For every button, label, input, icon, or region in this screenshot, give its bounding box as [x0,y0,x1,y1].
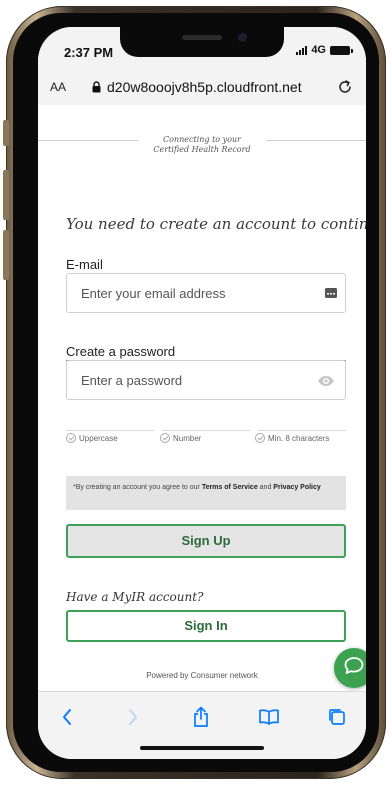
password-requirements: Uppercase Number Min. 8 characters [66,430,346,449]
have-account-text: Have a MyIR account? [66,590,204,604]
tabs-icon [329,709,345,725]
address-bar: AA d20w8ooojv8h5p.cloudfront.net [38,71,366,106]
privacy-policy-link[interactable]: Privacy Policy [273,484,320,491]
check-circle-icon [160,433,170,443]
connecting-line-2: Certified Health Record [153,145,251,154]
autofill-card-icon[interactable] [325,286,337,304]
share-button[interactable] [188,704,214,730]
terms-and-text: and [257,484,274,491]
requirement-uppercase: Uppercase [66,433,118,443]
requirement-length: Min. 8 characters [255,433,329,443]
speaker [182,35,222,40]
camera [238,33,247,42]
requirement-bar-1 [66,430,154,431]
url-field[interactable]: d20w8ooojv8h5p.cloudfront.net [92,79,302,95]
requirement-label: Number [173,433,202,443]
back-chevron-icon [63,709,71,725]
requirement-bar-3 [258,430,346,431]
safari-toolbar [38,691,366,759]
web-page: Connecting to your Certified Health Reco… [38,105,366,691]
reader-aa-button[interactable]: AA [50,80,66,94]
check-circle-icon [66,433,76,443]
chat-button[interactable] [334,648,366,688]
requirement-number: Number [160,433,201,443]
bookmarks-button[interactable] [256,704,282,730]
status-bar: 2:37 PM 4G [38,27,366,71]
volume-up-button [3,170,9,220]
check-circle-icon [255,433,265,443]
password-field[interactable]: Enter a password [66,360,346,400]
notch [120,27,284,57]
requirement-label: Uppercase [79,433,118,443]
forward-chevron-icon [129,709,137,725]
back-button[interactable] [54,704,80,730]
powered-by-text: Powered by Consumer network [146,671,258,680]
requirement-bar-2 [162,430,250,431]
terms-of-service-link[interactable]: Terms of Service [202,484,258,491]
mute-switch [3,120,9,146]
page-heading: You need to create an account to continu… [66,215,366,233]
sign-up-button[interactable]: Sign Up [66,524,346,558]
sign-in-button[interactable]: Sign In [66,610,346,642]
status-indicators: 4G [296,44,353,56]
forward-button[interactable] [120,704,146,730]
lock-icon [92,81,101,93]
email-placeholder: Enter your email address [81,286,226,301]
password-placeholder: Enter a password [81,373,183,388]
network-type: 4G [311,44,326,56]
reload-icon[interactable] [336,78,354,101]
email-label: E-mail [66,257,103,272]
requirement-label: Min. 8 characters [268,433,330,443]
chat-bubble-icon [343,656,365,681]
tabs-button[interactable] [324,704,350,730]
terms-notice: *By creating an account you agree to our… [66,476,346,510]
volume-down-button [3,230,9,280]
url-text: d20w8ooojv8h5p.cloudfront.net [107,79,302,95]
status-time: 2:37 PM [64,45,114,60]
home-indicator [140,746,264,750]
eye-icon[interactable] [317,374,335,392]
password-label: Create a password [66,344,176,359]
share-icon [194,706,208,727]
email-field[interactable]: Enter your email address [66,273,346,313]
phone-screen: 2:37 PM 4G AA d20w8ooojv8h5p.cloudfront.… [38,27,366,759]
signal-icon [296,45,308,55]
terms-text: *By creating an account you agree to our [73,484,202,491]
connecting-caption: Connecting to your Certified Health Reco… [38,135,366,155]
connecting-line-1: Connecting to your [163,135,241,144]
battery-icon [330,45,353,55]
bookmarks-icon [259,709,279,725]
